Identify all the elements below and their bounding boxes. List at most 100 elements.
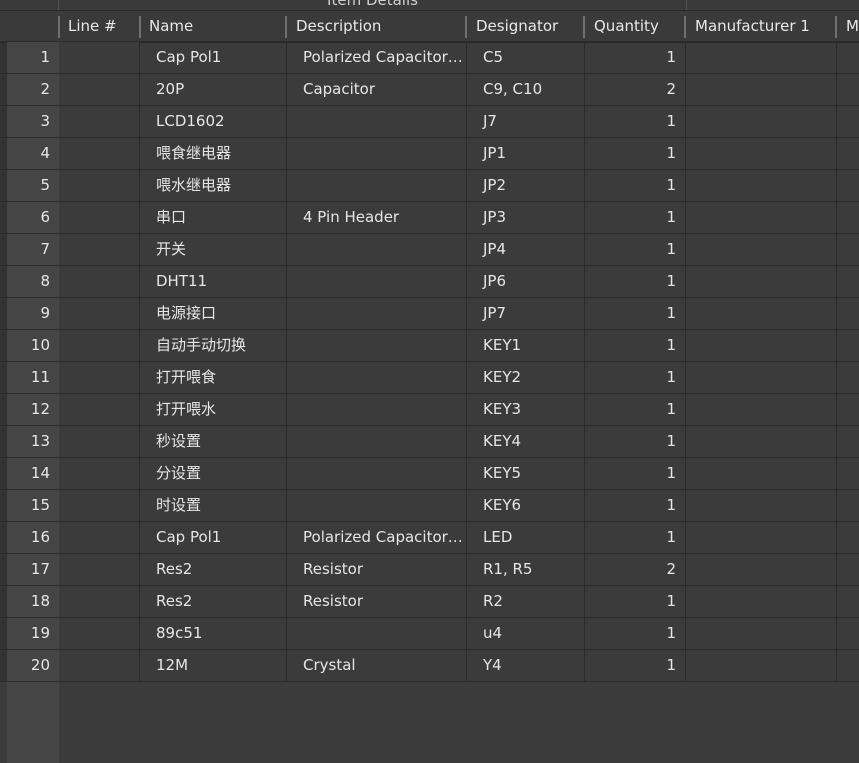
manufacturer-1-cell[interactable] xyxy=(686,522,836,553)
quantity-cell[interactable]: 1 xyxy=(585,618,685,649)
name-cell[interactable]: LCD1602 xyxy=(140,106,286,137)
quantity-cell[interactable]: 1 xyxy=(585,394,685,425)
designator-cell[interactable]: KEY2 xyxy=(467,362,584,393)
column-header-description[interactable]: Description xyxy=(287,11,466,41)
line-number-cell[interactable] xyxy=(59,330,139,361)
name-cell[interactable]: DHT11 xyxy=(140,266,286,297)
row-index-cell[interactable]: 20 xyxy=(7,650,59,681)
quantity-cell[interactable]: 1 xyxy=(585,362,685,393)
manufacturer-1-cell[interactable] xyxy=(686,298,836,329)
manufacturer-2-cell[interactable] xyxy=(837,74,859,105)
name-cell[interactable]: 喂水继电器 xyxy=(140,170,286,201)
name-cell[interactable]: 自动手动切换 xyxy=(140,330,286,361)
table-row[interactable]: 9 电源接口 JP7 1 xyxy=(0,298,859,330)
name-cell[interactable]: Cap Pol1 xyxy=(140,42,286,73)
table-row[interactable]: 17 Res2 Resistor R1, R5 2 xyxy=(0,554,859,586)
manufacturer-1-cell[interactable] xyxy=(686,330,836,361)
manufacturer-2-cell[interactable] xyxy=(837,618,859,649)
row-index-cell[interactable]: 18 xyxy=(7,586,59,617)
line-number-cell[interactable] xyxy=(59,618,139,649)
manufacturer-1-cell[interactable] xyxy=(686,42,836,73)
manufacturer-2-cell[interactable] xyxy=(837,458,859,489)
manufacturer-1-cell[interactable] xyxy=(686,618,836,649)
quantity-cell[interactable]: 1 xyxy=(585,426,685,457)
manufacturer-1-cell[interactable] xyxy=(686,490,836,521)
name-cell[interactable]: 分设置 xyxy=(140,458,286,489)
name-cell[interactable]: 89c51 xyxy=(140,618,286,649)
row-index-cell[interactable]: 6 xyxy=(7,202,59,233)
table-row[interactable]: 15 时设置 KEY6 1 xyxy=(0,490,859,522)
table-row[interactable]: 6 串口 4 Pin Header JP3 1 xyxy=(0,202,859,234)
designator-cell[interactable]: JP1 xyxy=(467,138,584,169)
designator-cell[interactable]: LED xyxy=(467,522,584,553)
row-index-cell[interactable]: 5 xyxy=(7,170,59,201)
table-row[interactable]: 5 喂水继电器 JP2 1 xyxy=(0,170,859,202)
designator-cell[interactable]: u4 xyxy=(467,618,584,649)
description-cell[interactable] xyxy=(287,490,466,521)
manufacturer-2-cell[interactable] xyxy=(837,554,859,585)
manufacturer-2-cell[interactable] xyxy=(837,650,859,681)
manufacturer-2-cell[interactable] xyxy=(837,362,859,393)
designator-cell[interactable]: KEY3 xyxy=(467,394,584,425)
name-cell[interactable]: 喂食继电器 xyxy=(140,138,286,169)
manufacturer-2-cell[interactable] xyxy=(837,586,859,617)
quantity-cell[interactable]: 2 xyxy=(585,554,685,585)
manufacturer-2-cell[interactable] xyxy=(837,522,859,553)
table-row[interactable]: 4 喂食继电器 JP1 1 xyxy=(0,138,859,170)
description-cell[interactable] xyxy=(287,458,466,489)
quantity-cell[interactable]: 1 xyxy=(585,330,685,361)
line-number-cell[interactable] xyxy=(59,234,139,265)
row-index-cell[interactable]: 10 xyxy=(7,330,59,361)
row-index-cell[interactable]: 11 xyxy=(7,362,59,393)
designator-cell[interactable]: Y4 xyxy=(467,650,584,681)
quantity-cell[interactable]: 2 xyxy=(585,74,685,105)
name-cell[interactable]: 串口 xyxy=(140,202,286,233)
manufacturer-1-cell[interactable] xyxy=(686,74,836,105)
manufacturer-2-cell[interactable] xyxy=(837,394,859,425)
table-row[interactable]: 18 Res2 Resistor R2 1 xyxy=(0,586,859,618)
column-header-manufacturer-2[interactable]: M xyxy=(837,11,859,41)
table-row[interactable]: 19 89c51 u4 1 xyxy=(0,618,859,650)
description-cell[interactable] xyxy=(287,618,466,649)
designator-cell[interactable]: KEY6 xyxy=(467,490,584,521)
quantity-cell[interactable]: 1 xyxy=(585,42,685,73)
quantity-cell[interactable]: 1 xyxy=(585,586,685,617)
description-cell[interactable]: Resistor xyxy=(287,586,466,617)
name-cell[interactable]: 打开喂食 xyxy=(140,362,286,393)
quantity-cell[interactable]: 1 xyxy=(585,458,685,489)
name-cell[interactable]: Res2 xyxy=(140,554,286,585)
table-row[interactable]: 8 DHT11 JP6 1 xyxy=(0,266,859,298)
column-header-quantity[interactable]: Quantity xyxy=(585,11,685,41)
manufacturer-1-cell[interactable] xyxy=(686,458,836,489)
table-row[interactable]: 11 打开喂食 KEY2 1 xyxy=(0,362,859,394)
description-cell[interactable]: 4 Pin Header xyxy=(287,202,466,233)
line-number-cell[interactable] xyxy=(59,170,139,201)
manufacturer-2-cell[interactable] xyxy=(837,42,859,73)
quantity-cell[interactable]: 1 xyxy=(585,202,685,233)
line-number-cell[interactable] xyxy=(59,266,139,297)
description-cell[interactable]: Crystal xyxy=(287,650,466,681)
row-index-cell[interactable]: 9 xyxy=(7,298,59,329)
manufacturer-1-cell[interactable] xyxy=(686,554,836,585)
row-index-cell[interactable]: 7 xyxy=(7,234,59,265)
description-cell[interactable] xyxy=(287,394,466,425)
description-cell[interactable]: Resistor xyxy=(287,554,466,585)
name-cell[interactable]: 打开喂水 xyxy=(140,394,286,425)
line-number-cell[interactable] xyxy=(59,586,139,617)
quantity-cell[interactable]: 1 xyxy=(585,138,685,169)
table-row[interactable]: 3 LCD1602 J7 1 xyxy=(0,106,859,138)
line-number-cell[interactable] xyxy=(59,394,139,425)
row-index-cell[interactable]: 3 xyxy=(7,106,59,137)
group-header-title[interactable]: Item Details xyxy=(58,0,687,10)
table-row[interactable]: 12 打开喂水 KEY3 1 xyxy=(0,394,859,426)
description-cell[interactable] xyxy=(287,266,466,297)
line-number-cell[interactable] xyxy=(59,106,139,137)
table-row[interactable]: 1Cap Pol1Polarized Capacitor (Radial)C51 xyxy=(0,42,859,74)
name-cell[interactable]: 12M xyxy=(140,650,286,681)
column-header-index[interactable] xyxy=(7,11,59,41)
row-index-cell[interactable]: 12 xyxy=(7,394,59,425)
description-cell[interactable] xyxy=(287,330,466,361)
manufacturer-1-cell[interactable] xyxy=(686,362,836,393)
row-index-cell[interactable]: 1 xyxy=(7,42,59,73)
name-cell[interactable]: 开关 xyxy=(140,234,286,265)
